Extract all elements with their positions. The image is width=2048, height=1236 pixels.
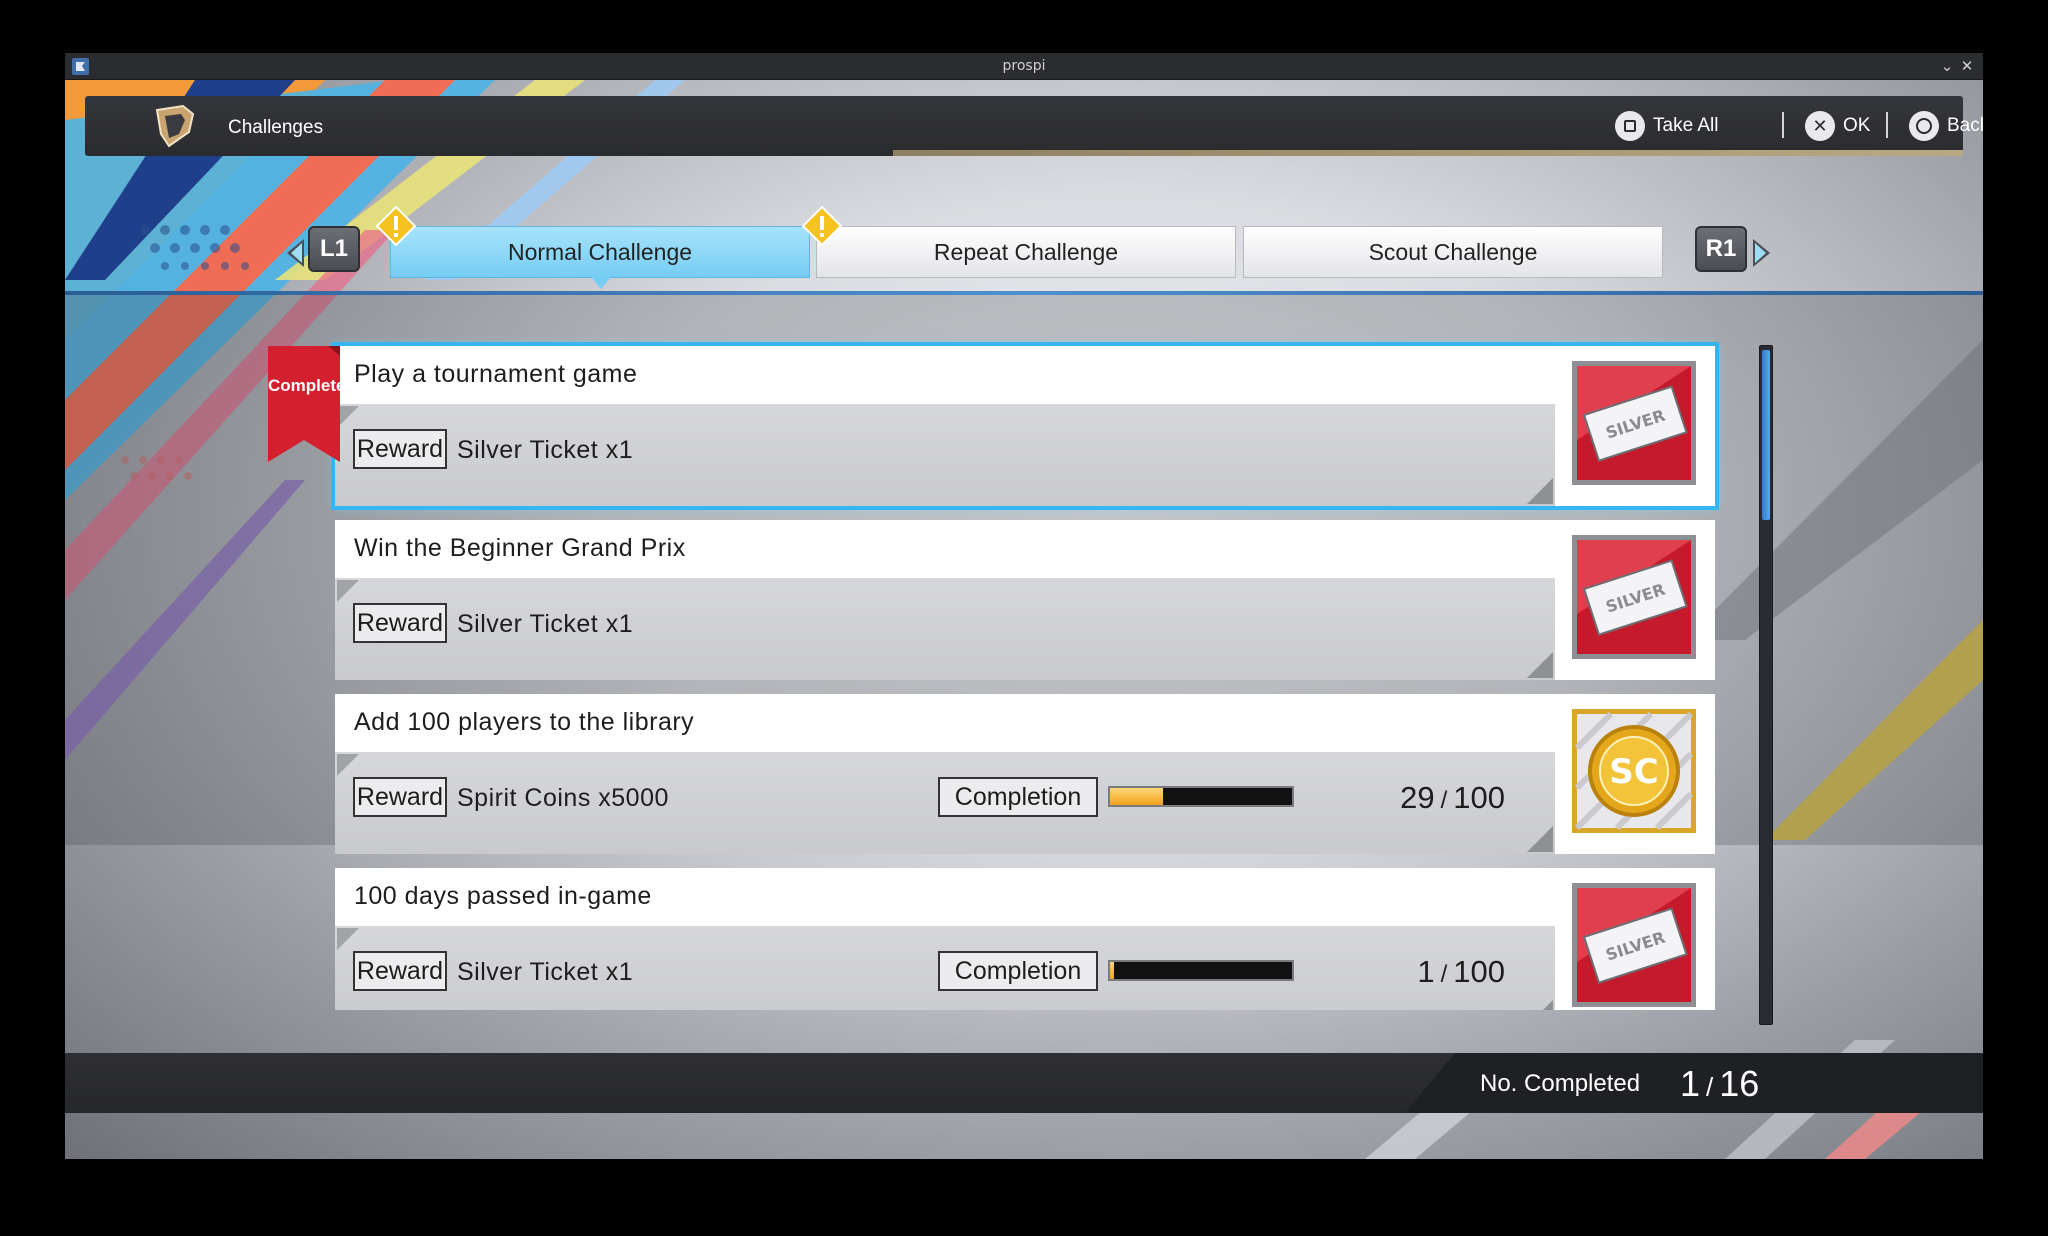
square-button-icon xyxy=(1615,111,1645,141)
svg-text:SC: SC xyxy=(1609,752,1658,792)
corner-decoration xyxy=(1527,478,1553,504)
reward-tag: Reward xyxy=(353,429,447,469)
challenge-body: Reward Silver Ticket x1 xyxy=(335,404,1555,506)
corner-decoration xyxy=(1527,826,1553,852)
progress-count: 29/100 xyxy=(1400,780,1505,815)
game-window: prospi ⌄ ✕ Challenges Take All ✕ OK Bac … xyxy=(65,53,1983,1159)
challenge-body: Reward Silver Ticket x1 xyxy=(335,578,1555,680)
header-separator xyxy=(1886,112,1888,138)
take-all-button[interactable]: Take All xyxy=(1615,110,1718,142)
progress-fill xyxy=(1110,788,1163,805)
challenge-title: Win the Beginner Grand Prix xyxy=(354,534,686,562)
ok-label: OK xyxy=(1843,115,1871,136)
reward-tag: Reward xyxy=(353,951,447,991)
minimize-chevron-icon[interactable]: ⌄ xyxy=(1937,56,1957,76)
challenge-title: Play a tournament game xyxy=(354,360,638,388)
take-all-label: Take All xyxy=(1653,115,1719,136)
tab-repeat-challenge[interactable]: Repeat Challenge xyxy=(816,226,1236,278)
progress-bar xyxy=(1108,960,1294,981)
alert-icon xyxy=(376,206,416,246)
scrollbar-thumb[interactable] xyxy=(1762,350,1770,520)
tab-next-arrow-icon[interactable] xyxy=(1753,239,1770,267)
challenge-card[interactable]: Play a tournament game Reward Silver Tic… xyxy=(331,342,1719,510)
ribbon-shape xyxy=(268,346,340,462)
challenge-card[interactable]: Win the Beginner Grand Prix Reward Silve… xyxy=(335,520,1715,680)
header-bar: Challenges Take All ✕ OK Back xyxy=(85,96,1983,156)
challenge-title: 100 days passed in-game xyxy=(354,882,652,910)
back-label: Back xyxy=(1947,115,1983,136)
back-button[interactable]: Back xyxy=(1909,110,1983,142)
window-title: prospi xyxy=(1002,58,1046,74)
reward-text: Silver Ticket x1 xyxy=(457,610,634,638)
corner-decoration xyxy=(337,754,359,776)
tab-scout-challenge[interactable]: Scout Challenge xyxy=(1243,226,1663,278)
spirit-coin-icon: SC xyxy=(1572,709,1696,833)
header-separator xyxy=(1782,112,1784,138)
silver-ticket-icon: SILVER xyxy=(1572,883,1696,1007)
progress-count: 1/100 xyxy=(1417,954,1505,989)
challenge-card[interactable]: 100 days passed in-game Reward Silver Ti… xyxy=(335,868,1715,1010)
corner-decoration xyxy=(1527,1000,1553,1010)
corner-decoration xyxy=(337,580,359,602)
corner-decoration xyxy=(1527,652,1553,678)
tab-prev-arrow-icon[interactable] xyxy=(287,239,304,267)
reward-text: Silver Ticket x1 xyxy=(457,958,634,986)
reward-tag: Reward xyxy=(353,777,447,817)
header-accent-bar xyxy=(893,150,1963,156)
challenge-body: Reward Silver Ticket x1 Completion 1/100 xyxy=(335,926,1555,1010)
ok-button[interactable]: ✕ OK xyxy=(1805,110,1870,142)
window-titlebar: prospi ⌄ ✕ xyxy=(65,53,1983,80)
close-window-icon[interactable]: ✕ xyxy=(1957,56,1977,76)
completion-tag: Completion xyxy=(938,777,1098,817)
completion-tag: Completion xyxy=(938,951,1098,991)
silver-ticket-icon: SILVER xyxy=(1572,535,1696,659)
page-title: Challenges xyxy=(228,117,324,138)
completed-count: 1/16 xyxy=(1680,1063,1760,1104)
challenges-crest-icon xyxy=(155,104,195,148)
corner-decoration xyxy=(337,406,359,428)
reward-tag: Reward xyxy=(353,603,447,643)
tab-normal-challenge[interactable]: Normal Challenge xyxy=(390,226,810,289)
challenge-card[interactable]: Add 100 players to the library Reward Sp… xyxy=(335,694,1715,854)
cross-button-icon: ✕ xyxy=(1805,111,1835,141)
complete-label: Complete xyxy=(268,376,346,395)
silver-ticket-icon: SILVER xyxy=(1572,361,1696,485)
completed-label: No. Completed xyxy=(1480,1070,1641,1097)
circle-button-icon xyxy=(1909,111,1939,141)
complete-ribbon: Complete xyxy=(268,346,346,462)
l1-shoulder-button[interactable]: L1 xyxy=(308,226,360,272)
r1-shoulder-button[interactable]: R1 xyxy=(1695,226,1747,272)
challenge-body: Reward Spirit Coins x5000 Completion 29/… xyxy=(335,752,1555,854)
list-scrollbar[interactable] xyxy=(1759,345,1773,1025)
progress-fill xyxy=(1110,962,1114,979)
progress-bar xyxy=(1108,786,1294,807)
alert-icon xyxy=(802,206,842,246)
corner-decoration xyxy=(337,928,359,950)
reward-text: Silver Ticket x1 xyxy=(457,436,634,464)
reward-text: Spirit Coins x5000 xyxy=(457,784,669,812)
challenge-title: Add 100 players to the library xyxy=(354,708,695,736)
footer-bar: No. Completed 1/16 xyxy=(65,1053,1983,1113)
